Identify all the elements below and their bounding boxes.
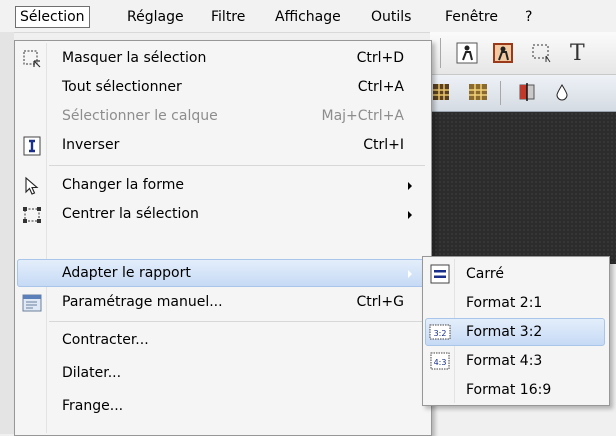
menu-item-label: Tout sélectionner [62,79,182,95]
main-toolbar: T [430,32,616,75]
menu-item-shortcut: Maj+Ctrl+A [321,108,405,124]
grid-tool-icon[interactable] [432,83,450,101]
toolbar-separator [440,38,441,68]
ratio-submenu: Carré Format 2:1 3:2 Format 3:2 4:3 Form… [422,256,610,406]
menu-item-label: Dilater... [62,365,122,381]
image-canvas [430,112,616,264]
menu-item-dilate[interactable]: Dilater... [17,359,427,387]
menu-item-label: Inverser [62,137,120,153]
menu-item-label: Sélectionner le calque [62,108,218,124]
submenu-arrow-icon [408,270,412,278]
menu-item-shortcut: Ctrl+I [363,137,404,153]
menu-item-select-layer[interactable]: Sélectionner le calque Maj+Ctrl+A [17,102,427,130]
menu-item-label: Changer la forme [62,177,184,193]
menu-item-label: Contracter... [62,332,149,348]
split-view-icon[interactable] [518,83,536,101]
submenu-item-label: Format 4:3 [466,353,543,369]
menu-item-label: Frange... [62,398,124,414]
menu-affichage[interactable]: Affichage [270,7,346,27]
submenu-arrow-icon [408,182,412,190]
menu-item-label: Masquer la sélection [62,50,207,66]
submenu-item-label: Format 16:9 [466,382,552,398]
submenu-item-format-16-9[interactable]: Format 16:9 [425,376,605,404]
menu-item-center-selection[interactable]: Centrer la sélection [17,200,427,228]
menu-item-select-all[interactable]: Tout sélectionner Ctrl+A [17,73,427,101]
menu-item-label: Adapter le rapport [62,265,191,281]
menu-separator [49,321,425,322]
menu-item-shortcut: Ctrl+D [356,50,404,66]
menu-bar: Sélection Réglage Filtre Affichage Outil… [0,0,616,33]
ratio-icon-text: 4:3 [434,358,447,367]
submenu-item-label: Format 2:1 [466,295,543,311]
hide-selection-icon [23,50,41,68]
ratio-icon-text: 3:2 [434,329,447,338]
submenu-item-format-4-3[interactable]: 4:3 Format 4:3 [425,347,605,375]
ratio-3-2-icon: 3:2 [429,324,451,340]
submenu-arrow-icon [408,211,412,219]
menu-reglage[interactable]: Réglage [122,7,189,27]
grid-tool-alt-icon[interactable] [468,83,488,101]
cursor-arrow-icon [25,176,39,195]
secondary-toolbar [430,75,616,112]
menu-item-invert[interactable]: Inverser Ctrl+I [17,131,427,159]
center-selection-icon [23,207,41,223]
marquee-icon[interactable] [530,42,552,64]
menu-separator [49,165,425,166]
selection-menu: Masquer la sélection Ctrl+D Tout sélecti… [14,40,432,436]
menu-item-change-shape[interactable]: Changer la forme [17,171,427,199]
menu-item-fringe[interactable]: Frange... [17,392,427,420]
menu-item-shortcut: Ctrl+G [356,294,405,310]
square-ratio-icon [430,264,450,284]
menu-item-label: Centrer la sélection [62,206,199,222]
menu-help[interactable]: ? [520,7,537,27]
invert-icon [23,136,41,156]
menu-item-contract[interactable]: Contracter... [17,326,427,354]
menu-item-label: Paramétrage manuel... [62,294,223,310]
ratio-4-3-icon: 4:3 [430,352,450,370]
submenu-item-square[interactable]: Carré [425,260,605,288]
text-tool-icon[interactable]: T [570,41,585,66]
person-select-icon[interactable] [456,42,478,64]
submenu-item-format-2-1[interactable]: Format 2:1 [425,289,605,317]
submenu-item-label: Carré [466,266,504,282]
drop-icon[interactable] [554,83,570,101]
menu-item-manual-settings[interactable]: Paramétrage manuel... Ctrl+G [17,288,427,316]
menu-item-hide-selection[interactable]: Masquer la sélection Ctrl+D [17,44,427,72]
toolbar-separator [500,81,501,105]
menu-item-adapt-ratio[interactable]: Adapter le rapport [17,259,427,287]
submenu-item-label: Format 3:2 [466,324,543,340]
manual-settings-icon [22,294,42,312]
submenu-item-format-3-2[interactable]: 3:2 Format 3:2 [425,318,605,346]
menu-item-shortcut: Ctrl+A [357,79,404,95]
menu-selection[interactable]: Sélection [15,6,90,28]
left-panel-edge [0,32,14,434]
menu-fenetre[interactable]: Fenêtre [440,7,503,27]
person-cutout-icon[interactable] [492,42,514,64]
menu-outils[interactable]: Outils [366,7,416,27]
menu-filtre[interactable]: Filtre [206,7,250,27]
